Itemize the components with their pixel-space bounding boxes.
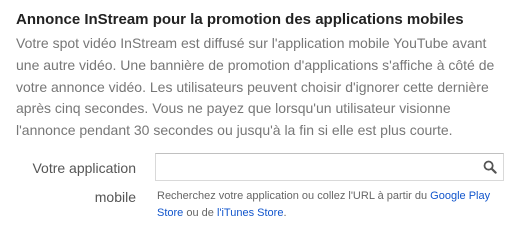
- app-field-label: Votre application mobile: [32, 154, 136, 211]
- app-field-label-line1: Votre application: [32, 160, 136, 176]
- help-text-prefix: Recherchez votre application ou collez l…: [157, 190, 431, 202]
- app-field-label-line2: mobile: [94, 188, 136, 205]
- help-text-suffix: .: [283, 206, 287, 219]
- help-text-middle: ou de: [183, 206, 217, 219]
- app-field-help-text: Recherchez votre application ou collez l…: [157, 188, 497, 221]
- itunes-store-link[interactable]: l'iTunes Store: [217, 207, 284, 219]
- section-description: Votre spot vidéo InStream est diffusé su…: [16, 35, 495, 139]
- app-search-box: [155, 153, 504, 181]
- section-title: Annonce InStream pour la promotion des a…: [16, 11, 464, 28]
- app-search-input[interactable]: [156, 154, 476, 180]
- search-icon[interactable]: [483, 160, 497, 174]
